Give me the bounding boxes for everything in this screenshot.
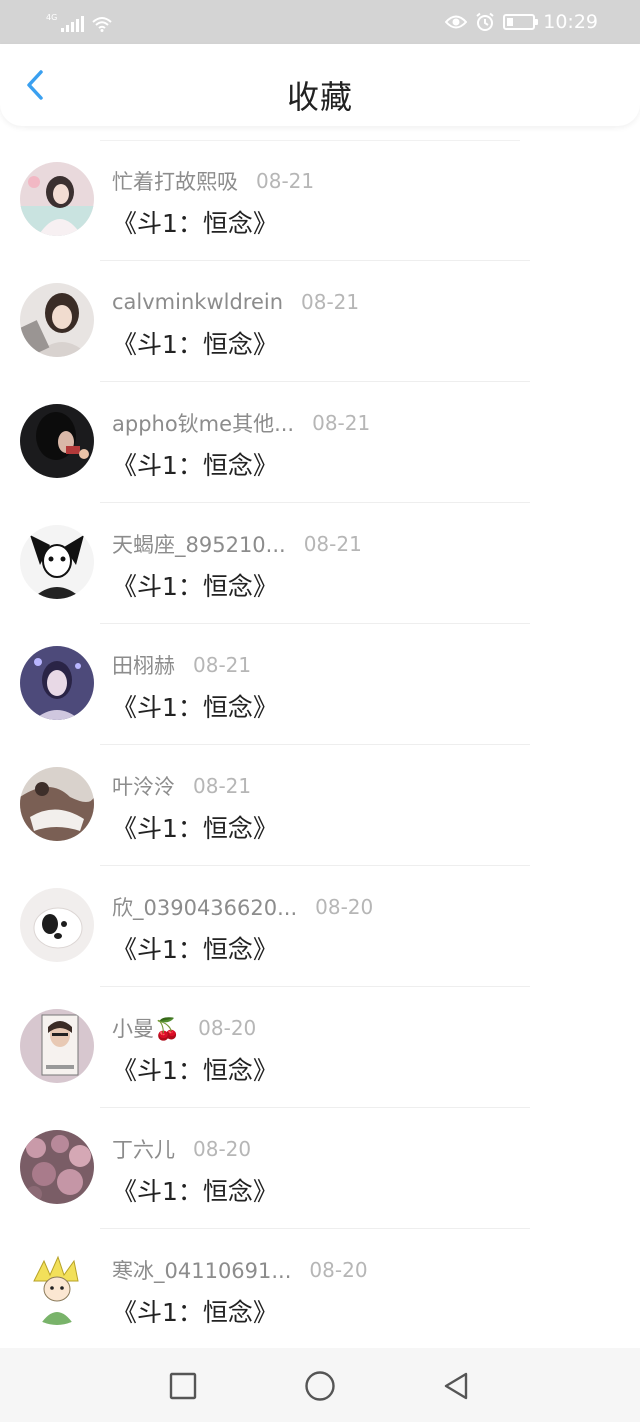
status-bar: 4G 10:29 bbox=[0, 0, 640, 44]
avatar[interactable] bbox=[20, 888, 94, 962]
page-title: 收藏 bbox=[286, 78, 353, 116]
list-item[interactable]: 丁六儿 08-20 《斗1：恒念》 bbox=[0, 1108, 640, 1229]
signal-icon bbox=[61, 16, 85, 32]
list-item[interactable]: 忙着打故熙吸 08-21 《斗1：恒念》 bbox=[0, 140, 640, 261]
list-item[interactable]: 叶泠泠 08-21 《斗1：恒念》 bbox=[0, 745, 640, 866]
avatar[interactable] bbox=[20, 1251, 94, 1325]
network-type: 4G bbox=[46, 13, 58, 22]
alarm-icon bbox=[476, 12, 494, 31]
list-item[interactable]: 田栩赫 08-21 《斗1：恒念》 bbox=[0, 624, 640, 745]
avatar[interactable] bbox=[20, 162, 94, 236]
item-date: 08-21 bbox=[256, 169, 315, 193]
avatar[interactable] bbox=[20, 1130, 94, 1204]
user-name: 丁六儿 bbox=[112, 1138, 175, 1162]
avatar[interactable] bbox=[20, 767, 94, 841]
item-date: 08-21 bbox=[193, 653, 252, 677]
item-meta: 忙着打故熙吸 08-21 bbox=[112, 166, 314, 196]
list-item[interactable]: 欣_0390436620... 08-20 《斗1：恒念》 bbox=[0, 866, 640, 987]
home-button[interactable] bbox=[300, 1366, 340, 1406]
avatar[interactable] bbox=[20, 525, 94, 599]
item-title: 《斗1：恒念》 bbox=[112, 1056, 278, 1085]
list-item[interactable]: 小曼🍒 08-20 《斗1：恒念》 bbox=[0, 987, 640, 1108]
item-title: 《斗1：恒念》 bbox=[112, 1298, 278, 1327]
avatar[interactable] bbox=[20, 1009, 94, 1083]
item-date: 08-20 bbox=[193, 1137, 252, 1161]
list-item[interactable]: appho钬me其他... 08-21 《斗1：恒念》 bbox=[0, 382, 640, 503]
user-name: 寒冰_04110691... bbox=[112, 1259, 292, 1283]
item-meta: 欣_0390436620... 08-20 bbox=[112, 892, 373, 922]
list-item[interactable]: 寒冰_04110691... 08-20 《斗1：恒念》 bbox=[0, 1229, 640, 1350]
user-name: 天蝎座_895210... bbox=[112, 533, 286, 557]
item-date: 08-21 bbox=[312, 411, 371, 435]
recent-apps-button[interactable] bbox=[163, 1366, 203, 1406]
user-name: 欣_0390436620... bbox=[112, 896, 298, 920]
item-meta: 小曼🍒 08-20 bbox=[112, 1013, 256, 1043]
item-date: 08-20 bbox=[315, 895, 374, 919]
status-bar-right: 10:29 bbox=[445, 9, 598, 35]
user-name: 田栩赫 bbox=[112, 654, 175, 678]
item-title: 《斗1：恒念》 bbox=[112, 1177, 278, 1206]
item-date: 08-20 bbox=[198, 1016, 257, 1040]
item-meta: appho钬me其他... 08-21 bbox=[112, 408, 370, 438]
clock: 10:29 bbox=[543, 11, 598, 33]
home-icon bbox=[305, 1371, 335, 1401]
avatar[interactable] bbox=[20, 646, 94, 720]
status-bar-left: 4G bbox=[46, 10, 112, 32]
item-title: 《斗1：恒念》 bbox=[112, 935, 278, 964]
item-title: 《斗1：恒念》 bbox=[112, 209, 278, 238]
item-date: 08-20 bbox=[309, 1258, 368, 1282]
avatar[interactable] bbox=[20, 404, 94, 478]
item-meta: 丁六儿 08-20 bbox=[112, 1134, 251, 1164]
eye-icon bbox=[445, 15, 468, 29]
list-item[interactable]: 天蝎座_895210... 08-21 《斗1：恒念》 bbox=[0, 503, 640, 624]
battery-icon bbox=[503, 14, 539, 30]
favorites-list: 忙着打故熙吸 08-21 《斗1：恒念》 calvminkwldrein 08-… bbox=[0, 140, 640, 1350]
item-title: 《斗1：恒念》 bbox=[112, 572, 278, 601]
user-name: 叶泠泠 bbox=[112, 775, 175, 799]
user-name: calvminkwldrein bbox=[112, 290, 284, 314]
item-meta: 叶泠泠 08-21 bbox=[112, 771, 251, 801]
user-name: 小曼🍒 bbox=[112, 1017, 181, 1041]
item-title: 《斗1：恒念》 bbox=[112, 693, 278, 722]
item-meta: calvminkwldrein 08-21 bbox=[112, 287, 359, 317]
item-meta: 寒冰_04110691... 08-20 bbox=[112, 1255, 368, 1285]
item-date: 08-21 bbox=[301, 290, 360, 314]
user-name: 忙着打故熙吸 bbox=[112, 170, 238, 194]
item-title: 《斗1：恒念》 bbox=[112, 814, 278, 843]
item-date: 08-21 bbox=[303, 532, 362, 556]
item-meta: 田栩赫 08-21 bbox=[112, 650, 251, 680]
back-icon bbox=[444, 1372, 468, 1400]
item-meta: 天蝎座_895210... 08-21 bbox=[112, 529, 362, 559]
wifi-icon bbox=[92, 17, 112, 32]
item-title: 《斗1：恒念》 bbox=[112, 330, 278, 359]
item-title: 《斗1：恒念》 bbox=[112, 451, 278, 480]
header: 收藏 bbox=[0, 44, 640, 126]
list-item[interactable]: calvminkwldrein 08-21 《斗1：恒念》 bbox=[0, 261, 640, 382]
user-name: appho钬me其他... bbox=[112, 412, 295, 436]
navigation-bar bbox=[0, 1348, 640, 1422]
recent-apps-icon bbox=[169, 1372, 197, 1400]
avatar[interactable] bbox=[20, 283, 94, 357]
system-back-button[interactable] bbox=[436, 1366, 476, 1406]
item-date: 08-21 bbox=[193, 774, 252, 798]
